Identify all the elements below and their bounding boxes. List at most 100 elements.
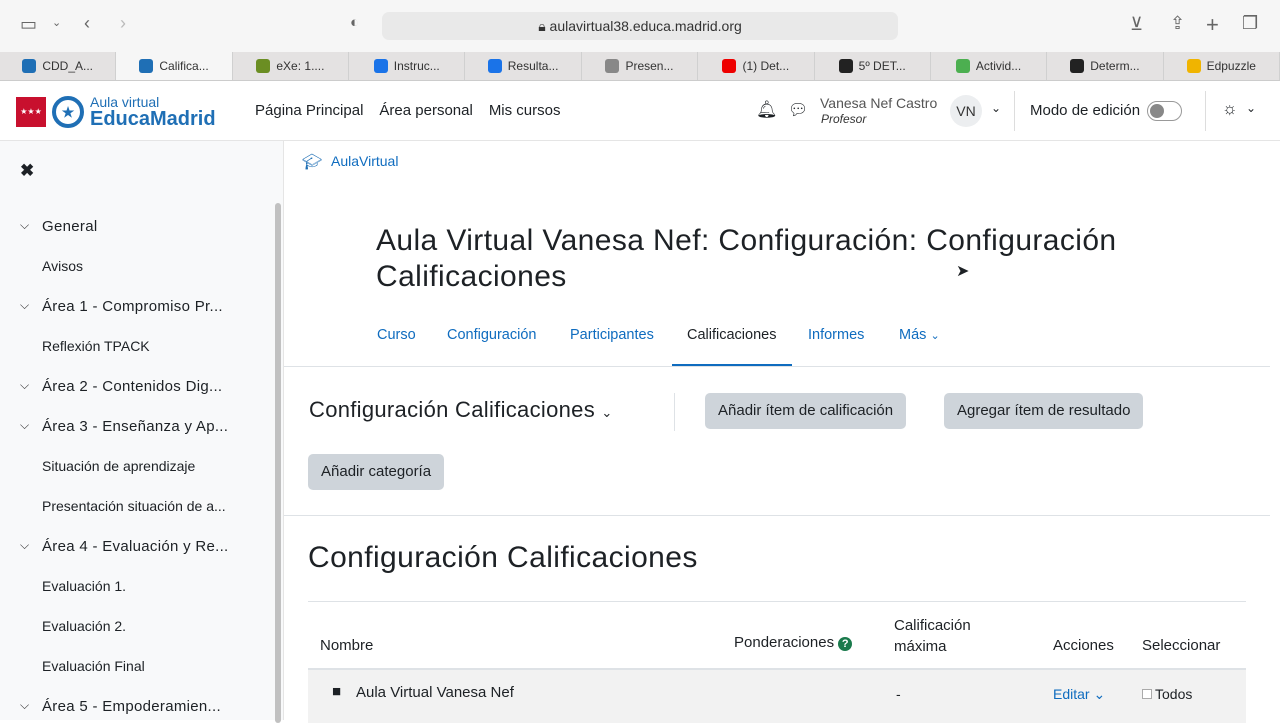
browser-tab[interactable]: Instruc... (349, 52, 466, 80)
browser-tab[interactable]: 5º DET... (815, 52, 931, 80)
madrid-flag-icon: ★★★ (16, 97, 46, 127)
tab-label: Califica... (159, 59, 209, 73)
divider (284, 515, 1270, 516)
forward-icon[interactable]: › (120, 13, 126, 34)
select-all-label: Todos (1155, 686, 1193, 702)
share-icon[interactable]: ⇪ (1170, 13, 1185, 34)
nav-my-courses[interactable]: Mis cursos (489, 102, 561, 119)
sidebar-scrollbar[interactable] (275, 203, 281, 723)
new-tab-icon[interactable]: + (1206, 12, 1219, 38)
table-row: ■ Aula Virtual Vanesa Nef - Editar ⌄ Tod… (308, 668, 1246, 723)
sidebar-section[interactable]: ⌵ General (20, 218, 98, 235)
sidebar-activity[interactable]: Situación de aprendizaje (42, 458, 195, 474)
sidebar-section[interactable]: ⌵ Área 3 - Enseñanza y Ap... (20, 418, 229, 435)
tab-label: CDD_A... (42, 59, 94, 73)
browser-tab[interactable]: Activid... (931, 52, 1048, 80)
course-tab[interactable]: Informes (808, 327, 864, 343)
address-bar[interactable]: 🔒︎ aulavirtual38.educa.madrid.org (382, 12, 898, 40)
grade-page-selector[interactable]: Configuración Calificaciones ⌄ (309, 397, 613, 423)
browser-tab[interactable]: Determ... (1047, 52, 1164, 80)
edit-menu[interactable]: Editar ⌄ (1053, 686, 1105, 703)
favicon-icon (955, 59, 970, 73)
course-tab[interactable]: Curso (377, 327, 416, 343)
add-outcome-item-button[interactable]: Agregar ítem de resultado (944, 393, 1144, 429)
user-name[interactable]: Vanesa Nef Castro (820, 95, 937, 111)
browser-tab[interactable]: CDD_A... (0, 52, 117, 80)
download-icon[interactable]: ⊻ (1130, 14, 1143, 35)
chevron-down-icon[interactable]: ⌵ (20, 418, 29, 433)
divider (284, 366, 1270, 367)
favicon-icon (605, 59, 620, 73)
accessibility-gear-icon[interactable]: ☼ (1222, 99, 1238, 119)
col-weights-label: Ponderaciones (734, 634, 835, 651)
sidebar-item-label: Reflexión TPACK (42, 338, 150, 354)
chat-icon[interactable]: 💬︎ (788, 100, 808, 120)
bell-icon[interactable]: 🔔︎ (756, 100, 778, 120)
tabs-overview-icon[interactable]: ❐ (1242, 13, 1258, 34)
favicon-icon (22, 59, 37, 73)
browser-tab[interactable]: (1) Det... (698, 52, 815, 80)
favicon-icon (139, 59, 154, 73)
browser-tab[interactable]: Resulta... (465, 52, 582, 80)
sidebar-section[interactable]: ⌵ Área 4 - Evaluación y Re... (20, 538, 229, 555)
chevron-down-icon: ⌄ (930, 330, 940, 342)
select-all[interactable]: Todos (1142, 686, 1192, 702)
shield-icon[interactable]: ◐ (350, 14, 359, 31)
favicon-icon (256, 59, 271, 73)
chevron-down-icon[interactable]: ⌄ (1246, 101, 1256, 115)
nav-home[interactable]: Página Principal (255, 102, 363, 119)
close-drawer-icon[interactable]: ✖ (20, 161, 34, 181)
sidebar-toggle-icon[interactable]: ▭ (20, 14, 37, 35)
divider (1014, 91, 1015, 131)
browser-tab[interactable]: eXe: 1.... (233, 52, 350, 80)
sidebar-activity[interactable]: Reflexión TPACK (42, 338, 150, 354)
nav-personal-area[interactable]: Área personal (379, 102, 472, 119)
chevron-down-icon[interactable]: ⌵ (20, 538, 29, 553)
sidebar-item-label: Área 3 - Enseñanza y Ap... (42, 418, 229, 435)
sidebar-item-label: Situación de aprendizaje (42, 458, 196, 474)
chevron-down-icon[interactable]: ⌄ (52, 16, 61, 29)
sidebar-section[interactable]: ⌵ Área 2 - Contenidos Dig... (20, 378, 222, 395)
add-grade-item-button[interactable]: Añadir ítem de calificación (705, 393, 907, 429)
course-tab[interactable]: Participantes (570, 327, 654, 343)
breadcrumb[interactable]: AulaVirtual (331, 153, 398, 169)
sidebar-item-label: Evaluación Final (42, 658, 145, 674)
edit-mode-toggle[interactable] (1147, 101, 1182, 121)
user-menu-chevron-icon[interactable]: ⌄ (991, 101, 1001, 115)
avatar[interactable]: VN (950, 95, 982, 127)
sidebar-section[interactable]: ⌵ Área 1 - Compromiso Pr... (20, 298, 223, 315)
sidebar-activity[interactable]: Avisos (42, 258, 83, 274)
section-title: Configuración Calificaciones (308, 541, 698, 574)
chevron-down-icon[interactable]: ⌵ (20, 218, 29, 233)
sidebar-activity[interactable]: Evaluación 2. (42, 618, 126, 634)
browser-tab[interactable]: Califica... (116, 52, 233, 80)
browser-tab[interactable]: Edpuzzle (1164, 52, 1280, 80)
sidebar-item-label: General (42, 218, 98, 235)
sidebar-section[interactable]: ⌵ Área 5 - Empoderamien... (20, 698, 221, 715)
browser-tab[interactable]: Presen... (582, 52, 699, 80)
col-max-grade: Calificación máxima (894, 617, 971, 655)
chevron-down-icon[interactable]: ⌵ (20, 378, 29, 393)
chevron-down-icon[interactable]: ⌵ (20, 698, 29, 713)
course-tab[interactable]: Calificaciones (687, 327, 776, 343)
favicon-icon (1070, 59, 1085, 73)
help-icon[interactable]: ? (838, 637, 853, 651)
add-category-button[interactable]: Añadir categoría (308, 454, 445, 490)
sidebar-activity[interactable]: Evaluación 1. (42, 578, 126, 594)
sidebar-activity[interactable]: Evaluación Final (42, 658, 145, 674)
back-icon[interactable]: ‹ (84, 13, 90, 34)
tab-label: Resulta... (507, 59, 559, 73)
chevron-down-icon[interactable]: ⌵ (20, 298, 29, 313)
select-all-checkbox[interactable] (1142, 689, 1152, 699)
sidebar-item-label: Evaluación 1. (42, 578, 127, 594)
sidebar-activity[interactable]: Presentación situación de a... (42, 498, 226, 514)
course-tab[interactable]: Configuración (447, 327, 536, 343)
course-tab[interactable]: Más ⌄ (899, 327, 940, 343)
tab-label: Activid... (975, 59, 1022, 73)
sidebar-item-label: Avisos (42, 258, 83, 274)
divider (1205, 91, 1206, 131)
edit-mode-label: Modo de edición (1030, 102, 1141, 119)
logo-line2: EducaMadrid (90, 108, 216, 130)
educamadrid-logo[interactable]: ★★★ ★ Aula virtual EducaMadrid (16, 95, 216, 129)
tab-label: Determ... (1090, 59, 1140, 73)
